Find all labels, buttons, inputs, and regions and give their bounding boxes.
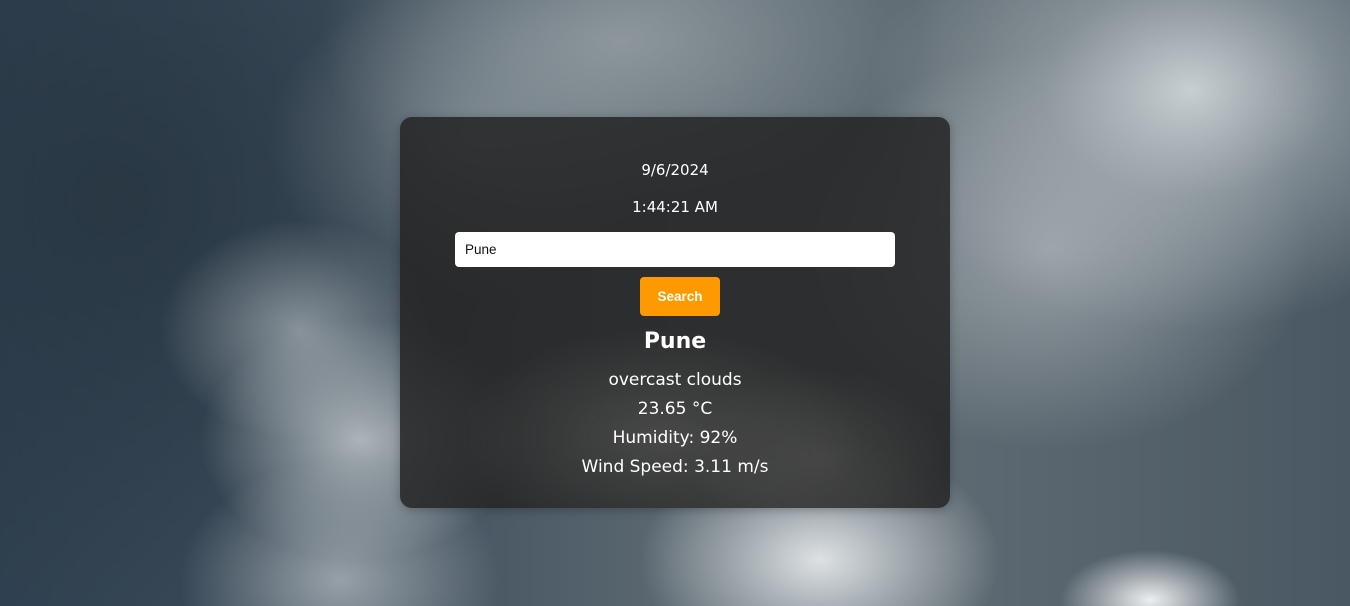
weather-card: 9/6/2024 1:44:21 AM Search Pune overcast… [400, 117, 950, 508]
temperature: 23.65 °C [637, 399, 713, 419]
wind-speed: Wind Speed: 3.11 m/s [581, 457, 769, 477]
current-time: 1:44:21 AM [632, 198, 718, 216]
weather-description: overcast clouds [608, 370, 742, 390]
current-date: 9/6/2024 [641, 161, 709, 179]
city-name: Pune [643, 329, 707, 354]
search-button[interactable]: Search [640, 277, 720, 316]
city-search-input[interactable] [455, 232, 895, 267]
humidity: Humidity: 92% [612, 428, 738, 448]
